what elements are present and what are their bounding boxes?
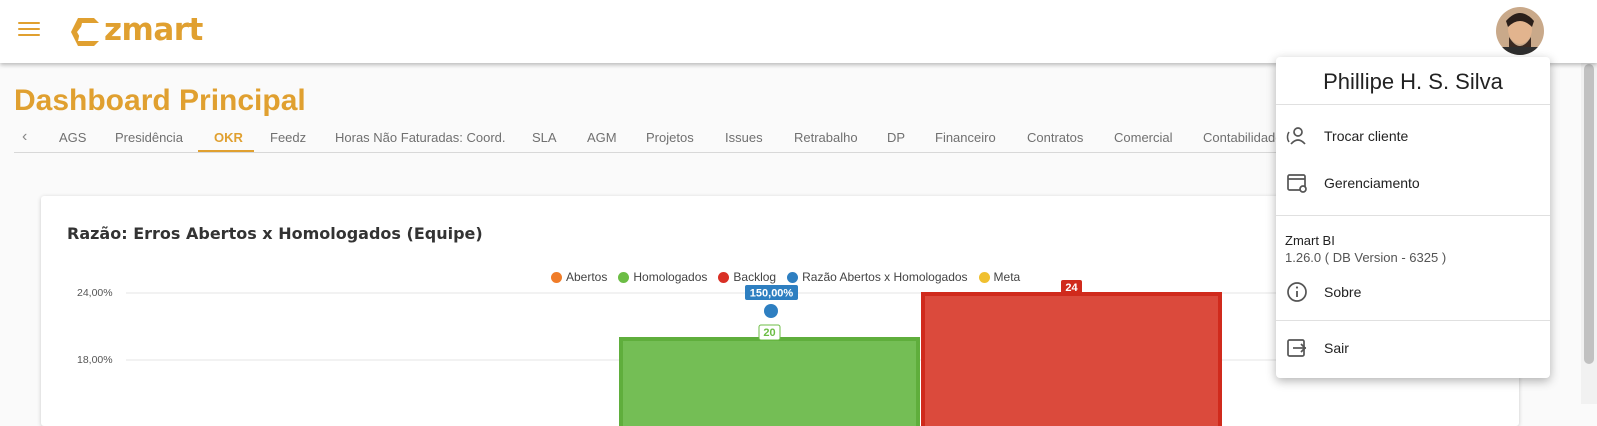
- zmart-logo-mark-icon: [71, 18, 99, 46]
- menu-divider: [1276, 104, 1550, 105]
- tab-dp[interactable]: DP: [887, 130, 905, 145]
- legend-item-abertos[interactable]: Abertos: [551, 270, 607, 284]
- switch-account-icon: [1284, 123, 1310, 149]
- menu-item-label: Sobre: [1324, 284, 1362, 300]
- info-icon: [1284, 279, 1310, 305]
- bar-homologados[interactable]: [619, 337, 920, 426]
- logo-text: zmart: [104, 12, 203, 48]
- chart-legend: Abertos Homologados Backlog Razão Aberto…: [551, 270, 1031, 284]
- tabs-scroll-left-icon[interactable]: ‹: [22, 128, 27, 146]
- legend-item-meta[interactable]: Meta: [978, 270, 1021, 284]
- menu-item-label: Gerenciamento: [1324, 175, 1420, 191]
- tab-horas-nao-faturadas[interactable]: Horas Não Faturadas: Coord.: [335, 130, 506, 145]
- bar-label-backlog: 24: [1065, 282, 1078, 294]
- menu-item-gerenciamento[interactable]: Gerenciamento: [1276, 164, 1550, 202]
- legend-label: Backlog: [733, 270, 777, 284]
- legend-item-razao[interactable]: Razão Abertos x Homologados: [787, 270, 968, 284]
- user-avatar[interactable]: [1496, 7, 1544, 55]
- legend-label: Razão Abertos x Homologados: [802, 270, 968, 284]
- tab-presidencia[interactable]: Presidência: [115, 130, 183, 145]
- y-tick-label: 18,00%: [77, 354, 113, 366]
- app-version: 1.26.0 ( DB Version - 6325 ): [1285, 250, 1447, 265]
- app-name: Zmart BI: [1285, 233, 1335, 248]
- menu-item-trocar-cliente[interactable]: Trocar cliente: [1276, 117, 1550, 155]
- tab-ags[interactable]: AGS: [59, 130, 86, 145]
- user-menu-dropdown: Phillipe H. S. Silva Trocar cliente Gere…: [1276, 57, 1550, 378]
- legend-dot-icon: [978, 271, 990, 283]
- legend-label: Abertos: [566, 270, 608, 284]
- menu-item-label: Sair: [1324, 340, 1349, 356]
- page-scrollbar-thumb[interactable]: [1584, 64, 1594, 364]
- bar-label-homologados: 20: [763, 327, 775, 339]
- legend-label: Homologados: [633, 270, 708, 284]
- menu-item-sobre[interactable]: Sobre: [1276, 273, 1550, 311]
- legend-label: Meta: [993, 270, 1021, 284]
- point-label-razao: 150,00%: [750, 288, 794, 300]
- tab-retrabalho[interactable]: Retrabalho: [794, 130, 858, 145]
- menu-item-sair[interactable]: Sair: [1276, 329, 1550, 367]
- tab-comercial[interactable]: Comercial: [1114, 130, 1173, 145]
- legend-item-homologados[interactable]: Homologados: [618, 270, 707, 284]
- logout-icon: [1284, 335, 1310, 361]
- legend-item-backlog[interactable]: Backlog: [718, 270, 776, 284]
- tab-feedz[interactable]: Feedz: [270, 130, 306, 145]
- legend-dot-icon: [718, 271, 730, 283]
- user-name: Phillipe H. S. Silva: [1323, 69, 1503, 94]
- legend-dot-icon: [551, 271, 562, 283]
- menu-divider: [1276, 215, 1550, 216]
- settings-window-icon: [1284, 170, 1310, 196]
- hamburger-menu-icon[interactable]: [18, 22, 40, 40]
- top-app-bar: zmart: [0, 0, 1597, 63]
- tab-issues[interactable]: Issues: [725, 130, 763, 145]
- point-razao[interactable]: [764, 304, 778, 318]
- tab-financeiro[interactable]: Financeiro: [935, 130, 996, 145]
- tab-contabilidade[interactable]: Contabilidade: [1203, 130, 1283, 145]
- tab-sla[interactable]: SLA: [532, 130, 557, 145]
- tab-contratos[interactable]: Contratos: [1027, 130, 1083, 145]
- bar-backlog[interactable]: [921, 292, 1222, 426]
- y-tick-label: 24,00%: [77, 287, 113, 299]
- tab-okr[interactable]: OKR: [214, 130, 243, 145]
- page-title: Dashboard Principal: [14, 84, 306, 117]
- legend-dot-icon: [618, 271, 630, 283]
- dashboard-tabs: ‹ AGS Presidência OKR Feedz Horas Não Fa…: [14, 124, 1304, 153]
- tab-projetos[interactable]: Projetos: [646, 130, 694, 145]
- menu-item-label: Trocar cliente: [1324, 128, 1409, 144]
- menu-divider: [1276, 320, 1550, 321]
- zmart-logo[interactable]: zmart: [68, 12, 203, 52]
- active-tab-indicator: [198, 150, 254, 152]
- legend-dot-icon: [787, 271, 799, 283]
- tab-agm[interactable]: AGM: [587, 130, 617, 145]
